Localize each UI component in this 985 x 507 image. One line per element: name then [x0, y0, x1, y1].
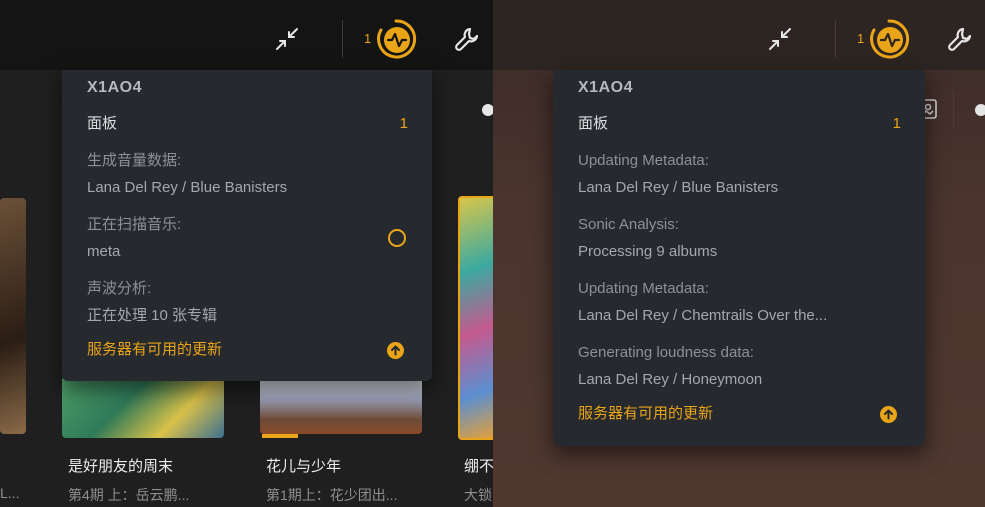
server-name: X1AO4: [578, 79, 633, 96]
task-detail: Processing 9 albums: [578, 243, 718, 260]
toolbar-divider: [835, 20, 836, 58]
task-detail: meta: [87, 243, 121, 260]
task-detail: Lana Del Rey / Blue Banisters: [87, 179, 288, 196]
task-label: Sonic Analysis:: [578, 216, 679, 233]
task-item: Updating Metadata: Lana Del Rey / Chemtr…: [578, 275, 901, 333]
album-subtitle: 第1期上：花少团出...: [266, 487, 398, 503]
server-update-link[interactable]: 服务器有可用的更新: [87, 337, 408, 363]
task-label: 生成音量数据:: [87, 152, 182, 169]
panel-count: 1: [399, 115, 408, 132]
task-label: 声波分析:: [87, 280, 152, 297]
task-item: 生成音量数据: Lana Del Rey / Blue Banisters: [87, 147, 408, 205]
task-detail: Lana Del Rey / Chemtrails Over the...: [578, 307, 828, 324]
progress-bar: [262, 434, 298, 438]
task-label: Generating loudness data:: [578, 344, 754, 361]
task-label: 正在扫描音乐:: [87, 216, 182, 233]
task-detail: Lana Del Rey / Honeymoon: [578, 371, 763, 388]
task-detail: 正在处理 10 张专辑: [87, 307, 218, 324]
right-topbar: 1: [493, 0, 985, 70]
panel-count: 1: [892, 115, 901, 132]
album-cover-weekend[interactable]: [62, 376, 224, 438]
loading-spinner-icon: [388, 229, 406, 247]
panel-label: 面板: [87, 115, 118, 132]
left-pane: 1 是好朋友的周末 第4期 上：岳云鹏... 花儿与少年 第1期上：花少团出..…: [0, 0, 493, 507]
task-label: Updating Metadata:: [578, 280, 709, 297]
update-label: 服务器有可用的更新: [578, 405, 714, 422]
album-cover-partial[interactable]: [0, 198, 26, 434]
task-item: 正在扫描音乐: meta: [87, 211, 408, 269]
activity-dropdown: X1AO4 面板 1 生成音量数据: Lana Del Rey / Blue B…: [62, 70, 432, 381]
wrench-icon[interactable]: [450, 22, 484, 56]
server-update-link[interactable]: 服务器有可用的更新: [578, 401, 901, 427]
server-name: X1AO4: [87, 79, 142, 96]
compress-arrows-icon[interactable]: [270, 22, 304, 56]
wrench-icon[interactable]: [943, 22, 977, 56]
arrow-up-circle-icon: [387, 342, 404, 359]
carousel-dot[interactable]: [975, 104, 985, 116]
activity-count: 1: [364, 31, 372, 46]
task-item: Generating loudness data: Lana Del Rey /…: [578, 339, 901, 397]
album-title[interactable]: 是好朋友的周末: [68, 455, 173, 476]
task-item: 声波分析: 正在处理 10 张专辑: [87, 275, 408, 333]
activity-pulse-icon[interactable]: [374, 17, 418, 61]
activity-pulse-icon[interactable]: [867, 17, 911, 61]
arrow-up-circle-icon: [880, 406, 897, 423]
task-item: Sonic Analysis: Processing 9 albums: [578, 211, 901, 269]
album-subtitle: L...: [0, 485, 20, 501]
album-title[interactable]: 花儿与少年: [266, 455, 341, 476]
compress-arrows-icon[interactable]: [763, 22, 797, 56]
right-pane: 1 X1AO4 面板 1 Updating Metadata: Lana Del…: [493, 0, 985, 507]
carousel-dot[interactable]: [482, 104, 493, 116]
album-title[interactable]: 绷不: [464, 455, 493, 476]
album-cover-flowers[interactable]: [260, 376, 422, 434]
panel-row[interactable]: 面板 1: [578, 111, 901, 141]
toolbar-divider: [953, 90, 954, 130]
album-subtitle: 第4期 上：岳云鹏...: [68, 487, 190, 503]
panel-label: 面板: [578, 115, 609, 132]
task-item: Updating Metadata: Lana Del Rey / Blue B…: [578, 147, 901, 205]
album-cover-selected[interactable]: [458, 196, 493, 440]
left-topbar: 1: [0, 0, 493, 70]
activity-dropdown: X1AO4 面板 1 Updating Metadata: Lana Del R…: [553, 70, 925, 446]
activity-count: 1: [857, 31, 865, 46]
album-subtitle: 大锁: [464, 487, 492, 503]
update-label: 服务器有可用的更新: [87, 341, 223, 358]
task-detail: Lana Del Rey / Blue Banisters: [578, 179, 779, 196]
toolbar-divider: [342, 20, 343, 58]
task-label: Updating Metadata:: [578, 152, 709, 169]
panel-row[interactable]: 面板 1: [87, 111, 408, 141]
